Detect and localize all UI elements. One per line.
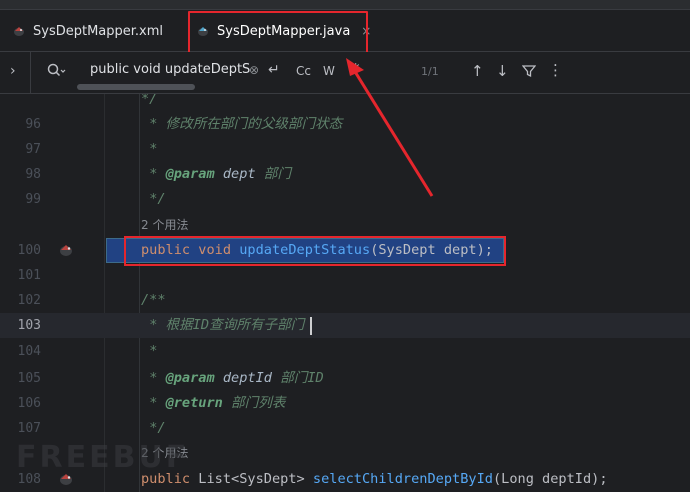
param-name: deptId xyxy=(222,370,272,386)
usage-hint-line: 2 个用法 xyxy=(0,213,690,238)
find-bar: › public void updateDeptS ⊗ ↵ Cc W * 1/1… xyxy=(0,52,690,94)
code-text: */ xyxy=(141,416,166,441)
tab-label: SysDeptMapper.xml xyxy=(33,23,164,39)
mybatis-bird-icon xyxy=(14,27,24,36)
doc-comment: * 修改所在部门的父级部门状态 xyxy=(149,116,343,132)
line-number: 97 xyxy=(25,142,41,157)
highlight-box-tab xyxy=(188,11,368,54)
previous-match-icon[interactable]: ↑ xyxy=(471,62,484,80)
code-text: * 修改所在部门的父级部门状态 xyxy=(141,112,342,137)
line-number: 107 xyxy=(17,421,41,436)
code-line: 99 */ xyxy=(0,187,690,212)
line-number: 100 xyxy=(17,243,41,258)
code-line: 97 * xyxy=(0,137,690,162)
code-line: 104 * xyxy=(0,339,690,364)
code-text: * @return 部门列表 xyxy=(141,391,285,416)
doc-comment: * xyxy=(149,166,158,182)
code-text: * @param deptId 部门ID xyxy=(141,366,324,391)
code-text: /** xyxy=(141,292,166,308)
method-args: (Long deptId); xyxy=(492,471,608,487)
code-line: */ xyxy=(0,94,690,112)
line-number: 102 xyxy=(17,293,41,308)
line-number: 103 xyxy=(17,318,41,333)
match-count: 1/1 xyxy=(421,65,439,78)
search-input[interactable]: public void updateDeptS xyxy=(90,62,250,77)
line-number: 99 xyxy=(25,192,41,207)
method-name: selectChildrenDeptById xyxy=(312,471,493,487)
doc-comment: * xyxy=(149,141,158,157)
code-editor[interactable]: */ 96 * 修改所在部门的父级部门状态 97 * 98 * @param d… xyxy=(0,94,690,492)
mybatis-navigate-icon[interactable] xyxy=(57,242,75,258)
match-case-button[interactable]: Cc xyxy=(296,64,311,78)
doc-comment: 部门列表 xyxy=(231,395,286,411)
clear-search-icon[interactable]: ⊗ xyxy=(249,63,259,77)
expand-replace-icon[interactable]: › xyxy=(10,63,16,79)
param-tag: @param xyxy=(165,166,215,182)
code-line: 107 */ xyxy=(0,416,690,441)
line-number: 101 xyxy=(17,268,41,283)
search-input-scrollbar[interactable] xyxy=(77,84,195,90)
line-number: 104 xyxy=(17,344,41,359)
usage-hint[interactable]: 2 个用法 xyxy=(141,213,188,238)
line-number: 98 xyxy=(25,167,41,182)
doc-comment: */ xyxy=(149,420,166,436)
doc-comment: */ xyxy=(149,191,166,207)
param-tag: @param xyxy=(165,370,215,386)
new-line-icon[interactable]: ↵ xyxy=(268,62,280,78)
code-line: 96 * 修改所在部门的父级部门状态 xyxy=(0,112,690,137)
whole-words-button[interactable]: W xyxy=(323,64,335,78)
code-text: */ xyxy=(141,94,158,107)
highlight-box-method xyxy=(124,236,506,266)
code-line: 101 xyxy=(0,263,690,288)
more-options-icon[interactable]: ⋮ xyxy=(548,61,563,79)
filter-icon[interactable] xyxy=(522,64,536,78)
code-text: * 根据ID查询所有子部门 xyxy=(141,313,304,338)
return-tag: @return xyxy=(165,395,223,411)
watermark-logo: FREEBUF xyxy=(16,440,190,475)
regex-button[interactable]: * xyxy=(352,60,360,78)
next-match-icon[interactable]: ↓ xyxy=(496,62,509,80)
code-text: public List<SysDept> selectChildrenDeptB… xyxy=(141,467,608,492)
current-code-line: 103 * 根据ID查询所有子部门 xyxy=(0,313,690,338)
doc-comment: 部门 xyxy=(263,166,291,182)
code-line: 98 * @param dept 部门 xyxy=(0,162,690,187)
line-number: 105 xyxy=(17,371,41,386)
divider xyxy=(30,52,31,94)
doc-comment: * xyxy=(149,395,158,411)
doc-comment: * 根据ID查询所有子部门 xyxy=(149,317,305,333)
param-name: dept xyxy=(222,166,256,182)
doc-comment: 部门ID xyxy=(280,370,324,386)
line-number: 106 xyxy=(17,396,41,411)
code-line: 102 /** xyxy=(0,288,690,313)
text-caret xyxy=(310,317,312,335)
code-text: * @param dept 部门 xyxy=(141,162,291,187)
tab-sysdeptmapper-xml[interactable]: SysDeptMapper.xml xyxy=(12,10,163,52)
doc-comment: * xyxy=(149,370,158,386)
search-icon[interactable] xyxy=(46,61,66,81)
code-text: * xyxy=(141,137,157,162)
code-text: * xyxy=(141,339,157,364)
return-type: List<SysDept> xyxy=(198,471,305,487)
code-text: */ xyxy=(141,187,166,212)
line-number: 96 xyxy=(25,117,41,132)
title-strip xyxy=(0,0,690,10)
code-line: 105 * @param deptId 部门ID xyxy=(0,366,690,391)
doc-comment: * xyxy=(149,343,158,359)
code-line: 106 * @return 部门列表 xyxy=(0,391,690,416)
